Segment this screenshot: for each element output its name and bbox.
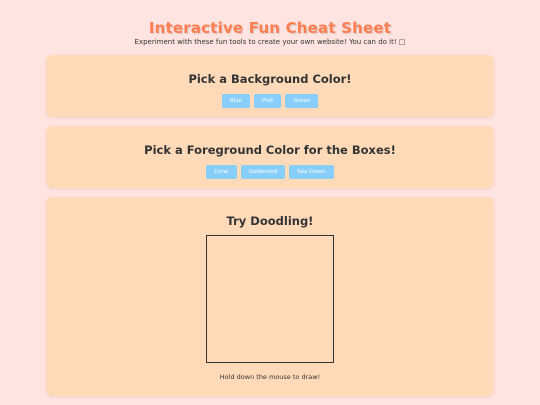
bg-blue-button[interactable]: Blue <box>221 94 251 108</box>
page-title: Interactive Fun Cheat Sheet <box>148 19 392 38</box>
background-color-card: Pick a Background Color! Blue Pink Green <box>46 55 494 117</box>
background-color-buttons: Blue Pink Green <box>46 94 494 108</box>
doodle-canvas[interactable] <box>206 235 334 363</box>
foreground-color-buttons: Coral Goldenrod Sea Green <box>46 165 494 179</box>
fg-goldenrod-button[interactable]: Goldenrod <box>240 165 286 179</box>
foreground-color-heading: Pick a Foreground Color for the Boxes! <box>144 143 396 157</box>
bg-green-button[interactable]: Green <box>285 94 319 108</box>
bg-pink-button[interactable]: Pink <box>254 94 282 108</box>
page-subtitle: Experiment with these fun tools to creat… <box>134 38 406 46</box>
doodle-card: Try Doodling! Hold down the mouse to dra… <box>46 197 494 396</box>
doodle-heading: Try Doodling! <box>226 214 314 228</box>
fg-sea-green-button[interactable]: Sea Green <box>289 165 334 179</box>
foreground-color-card: Pick a Foreground Color for the Boxes! C… <box>46 126 494 188</box>
doodle-hint: Hold down the mouse to draw! <box>219 373 321 381</box>
background-color-heading: Pick a Background Color! <box>188 72 352 86</box>
fg-coral-button[interactable]: Coral <box>206 165 237 179</box>
